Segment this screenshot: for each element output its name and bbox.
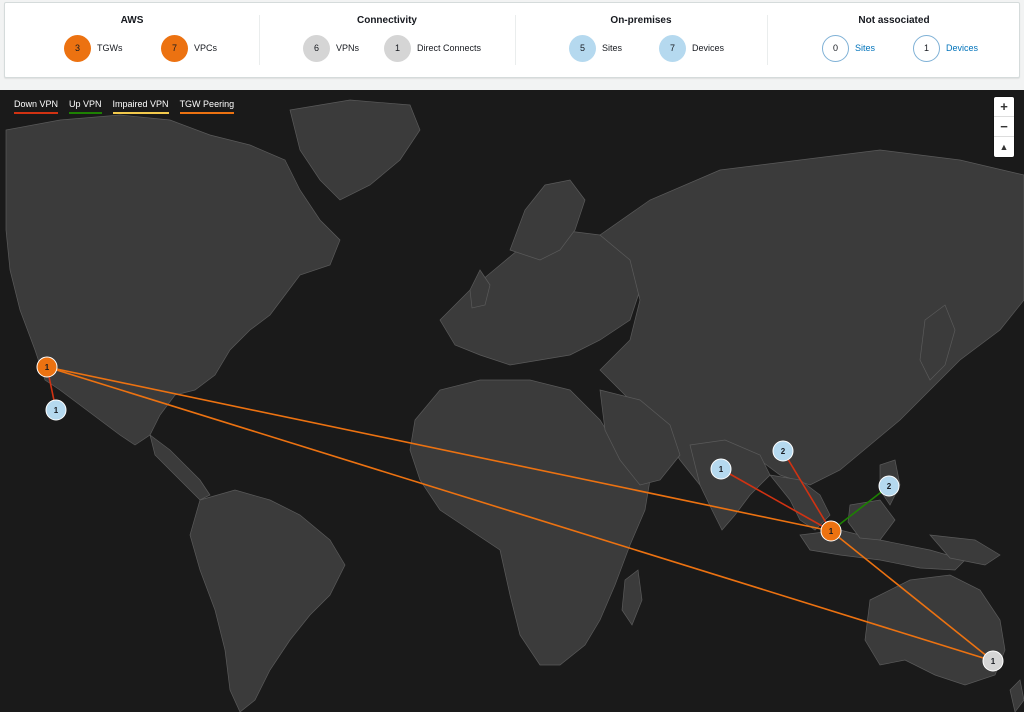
not-associated-title: Not associated xyxy=(858,15,930,26)
reset-north-button[interactable]: ▲ xyxy=(994,137,1014,157)
direct-connects-metric[interactable]: 1 Direct Connects xyxy=(384,34,481,62)
node-count: 1 xyxy=(45,363,50,372)
tgws-label: TGWs xyxy=(97,43,123,53)
south-america xyxy=(189,489,346,712)
site-node-philippines[interactable]: 2 xyxy=(878,475,900,497)
sites-label: Sites xyxy=(602,43,623,53)
new-zealand xyxy=(1009,679,1024,712)
madagascar xyxy=(621,569,643,626)
tgws-count: 3 xyxy=(64,34,91,62)
zoom-controls: + − ▲ xyxy=(994,97,1014,157)
vpcs-count: 7 xyxy=(161,34,188,62)
connectivity-group: Connectivity 6 VPNs 1 Direct Connects xyxy=(259,3,515,79)
unassociated-devices-count: 1 xyxy=(913,34,940,62)
device-node-sydney[interactable]: 1 xyxy=(982,650,1004,672)
legend-tgw-peering: TGW Peering xyxy=(179,99,235,114)
zoom-out-button[interactable]: − xyxy=(994,117,1014,137)
aws-title: AWS xyxy=(120,15,144,26)
vpns-label: VPNs xyxy=(336,43,360,53)
tgw-node-us-west[interactable]: 1 xyxy=(36,356,58,378)
vpns-count: 6 xyxy=(303,34,330,62)
tgw-node-singapore[interactable]: 1 xyxy=(820,520,842,542)
vpcs-label: VPCs xyxy=(194,43,218,53)
landmasses xyxy=(5,99,1024,712)
site-node-india[interactable]: 1 xyxy=(710,458,732,480)
devices-metric[interactable]: 7 Devices xyxy=(659,34,724,62)
sites-count: 5 xyxy=(569,34,596,62)
node-count: 2 xyxy=(887,482,892,491)
summary-panel: AWS 3 TGWs 7 VPCs Connectivity 6 VPNs 1 … xyxy=(4,2,1020,78)
node-count: 2 xyxy=(781,447,786,456)
unassociated-sites-metric[interactable]: 0 Sites xyxy=(822,34,875,62)
greenland xyxy=(289,99,421,201)
legend-down-vpn: Down VPN xyxy=(14,99,59,114)
vpns-metric[interactable]: 6 VPNs xyxy=(303,34,359,62)
world-map[interactable]: 1 1 1 2 2 1 1 xyxy=(0,90,1024,712)
node-count: 1 xyxy=(54,406,59,415)
on-premises-title: On-premises xyxy=(610,15,672,26)
zoom-in-button[interactable]: + xyxy=(994,97,1014,117)
unassociated-devices-link[interactable]: Devices xyxy=(946,43,978,53)
tgws-metric[interactable]: 3 TGWs xyxy=(64,34,123,62)
direct-connects-label: Direct Connects xyxy=(417,43,482,53)
legend-impaired-vpn: Impaired VPN xyxy=(112,99,169,114)
unassociated-sites-count: 0 xyxy=(822,34,849,62)
unassociated-sites-link[interactable]: Sites xyxy=(855,43,875,53)
sites-metric[interactable]: 5 Sites xyxy=(569,34,622,62)
devices-label: Devices xyxy=(692,43,725,53)
network-map[interactable]: 1 1 1 2 2 1 1 Down VPN Up VPN Impaired V… xyxy=(0,90,1024,712)
aws-group: AWS 3 TGWs 7 VPCs xyxy=(5,3,259,79)
node-count: 1 xyxy=(991,657,996,666)
map-legend: Down VPN Up VPN Impaired VPN TGW Peering xyxy=(14,99,235,114)
australia xyxy=(864,574,1006,686)
unassociated-devices-metric[interactable]: 1 Devices xyxy=(913,34,978,62)
vpcs-metric[interactable]: 7 VPCs xyxy=(161,34,217,62)
devices-count: 7 xyxy=(659,34,686,62)
connectivity-title: Connectivity xyxy=(356,15,417,26)
central-america xyxy=(149,434,211,501)
not-associated-group: Not associated 0 Sites 1 Devices xyxy=(767,3,1021,79)
direct-connects-count: 1 xyxy=(384,34,411,62)
node-count: 1 xyxy=(719,465,724,474)
node-count: 1 xyxy=(829,527,834,536)
on-premises-group: On-premises 5 Sites 7 Devices xyxy=(515,3,767,79)
legend-up-vpn: Up VPN xyxy=(69,99,102,114)
site-node-myanmar[interactable]: 2 xyxy=(772,440,794,462)
site-node-us-west[interactable]: 1 xyxy=(45,399,67,421)
north-america xyxy=(5,114,341,446)
